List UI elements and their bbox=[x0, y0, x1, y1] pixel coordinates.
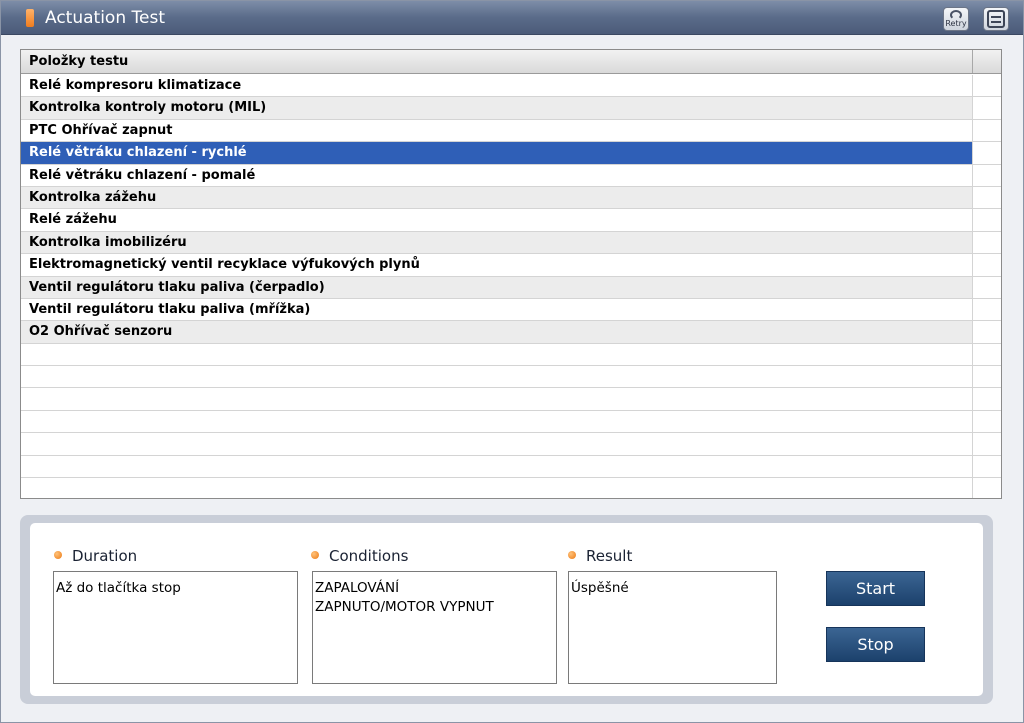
test-item-label bbox=[21, 366, 973, 388]
title-marker-icon bbox=[26, 9, 34, 27]
test-item-label: Ventil regulátoru tlaku paliva (mřížka) bbox=[21, 298, 973, 321]
table-row[interactable]: Elektromagnetický ventil recyklace výfuk… bbox=[21, 254, 1001, 277]
test-item-label: Relé kompresoru klimatizace bbox=[21, 75, 973, 97]
retry-icon: Retry bbox=[945, 9, 967, 29]
duration-label: Duration bbox=[54, 547, 137, 565]
window-title: Actuation Test bbox=[45, 8, 165, 28]
test-item-label: O2 Ohřívač senzoru bbox=[21, 321, 973, 343]
table-row[interactable]: Kontrolka zážehu bbox=[21, 186, 1001, 210]
test-item-label: PTC Ohřívač zapnut bbox=[21, 119, 973, 142]
bullet-icon bbox=[568, 550, 576, 559]
table-row[interactable]: Relé větráku chlazení - rychlé bbox=[21, 142, 1001, 165]
test-item-label bbox=[21, 343, 973, 366]
table-row[interactable]: Relé zážehu bbox=[21, 209, 1001, 232]
test-item-label bbox=[21, 455, 973, 478]
table-header: Položky testu bbox=[21, 50, 1001, 74]
test-item-label: Relé větráku chlazení - rychlé bbox=[21, 142, 973, 164]
details-panel: Duration Až do tlačítka stop Conditions … bbox=[20, 515, 993, 704]
bullet-icon bbox=[311, 550, 319, 559]
start-button[interactable]: Start bbox=[826, 571, 925, 606]
details-panel-inner: Duration Až do tlačítka stop Conditions … bbox=[30, 523, 983, 696]
test-item-label: Elektromagnetický ventil recyklace výfuk… bbox=[21, 254, 973, 276]
table-row[interactable]: Ventil regulátoru tlaku paliva (mřížka) bbox=[21, 298, 1001, 322]
table-row bbox=[21, 388, 1001, 411]
table-row bbox=[21, 410, 1001, 434]
duration-box: Až do tlačítka stop bbox=[53, 571, 298, 684]
table-row bbox=[21, 455, 1001, 479]
test-item-label: Relé zážehu bbox=[21, 209, 973, 231]
conditions-box: ZAPALOVÁNÍ ZAPNUTO/MOTOR VYPNUT bbox=[312, 571, 557, 684]
test-item-label bbox=[21, 433, 973, 455]
table-row bbox=[21, 478, 1001, 498]
actuation-test-window: Actuation Test Retry Položky testu Relé … bbox=[0, 0, 1024, 723]
test-item-label bbox=[21, 410, 973, 433]
table-rows: Relé kompresoru klimatizace Kontrolka kon… bbox=[21, 75, 1001, 498]
layout-button[interactable] bbox=[983, 7, 1009, 31]
test-item-label: Kontrolka imobilizéru bbox=[21, 231, 973, 254]
column-header-test-items[interactable]: Položky testu bbox=[21, 50, 973, 73]
table-row[interactable]: O2 Ohřívač senzoru bbox=[21, 321, 1001, 344]
test-items-table: Položky testu Relé kompresoru klimatizac… bbox=[20, 49, 1002, 499]
retry-button[interactable]: Retry bbox=[943, 7, 969, 31]
test-item-label: Kontrolka zážehu bbox=[21, 186, 973, 209]
table-row bbox=[21, 366, 1001, 389]
table-row[interactable]: Kontrolka imobilizéru bbox=[21, 231, 1001, 255]
retry-label: Retry bbox=[945, 19, 967, 28]
table-row[interactable]: Kontrolka kontroly motoru (MIL) bbox=[21, 97, 1001, 120]
table-row bbox=[21, 433, 1001, 456]
bullet-icon bbox=[54, 550, 62, 559]
table-row[interactable]: PTC Ohřívač zapnut bbox=[21, 119, 1001, 143]
conditions-label: Conditions bbox=[311, 547, 408, 565]
table-row[interactable]: Relé větráku chlazení - pomalé bbox=[21, 164, 1001, 187]
test-item-label: Kontrolka kontroly motoru (MIL) bbox=[21, 97, 973, 119]
table-row[interactable]: Relé kompresoru klimatizace bbox=[21, 75, 1001, 98]
list-layout-icon bbox=[987, 10, 1005, 28]
test-item-label bbox=[21, 478, 973, 498]
table-row bbox=[21, 343, 1001, 367]
test-item-label bbox=[21, 388, 973, 410]
title-bar: Actuation Test Retry bbox=[1, 1, 1023, 35]
table-row[interactable]: Ventil regulátoru tlaku paliva (čerpadlo… bbox=[21, 276, 1001, 299]
result-box: Úspěšné bbox=[568, 571, 777, 684]
test-item-label: Ventil regulátoru tlaku paliva (čerpadlo… bbox=[21, 276, 973, 298]
test-item-label: Relé větráku chlazení - pomalé bbox=[21, 164, 973, 186]
result-label: Result bbox=[568, 547, 632, 565]
stop-button[interactable]: Stop bbox=[826, 627, 925, 662]
